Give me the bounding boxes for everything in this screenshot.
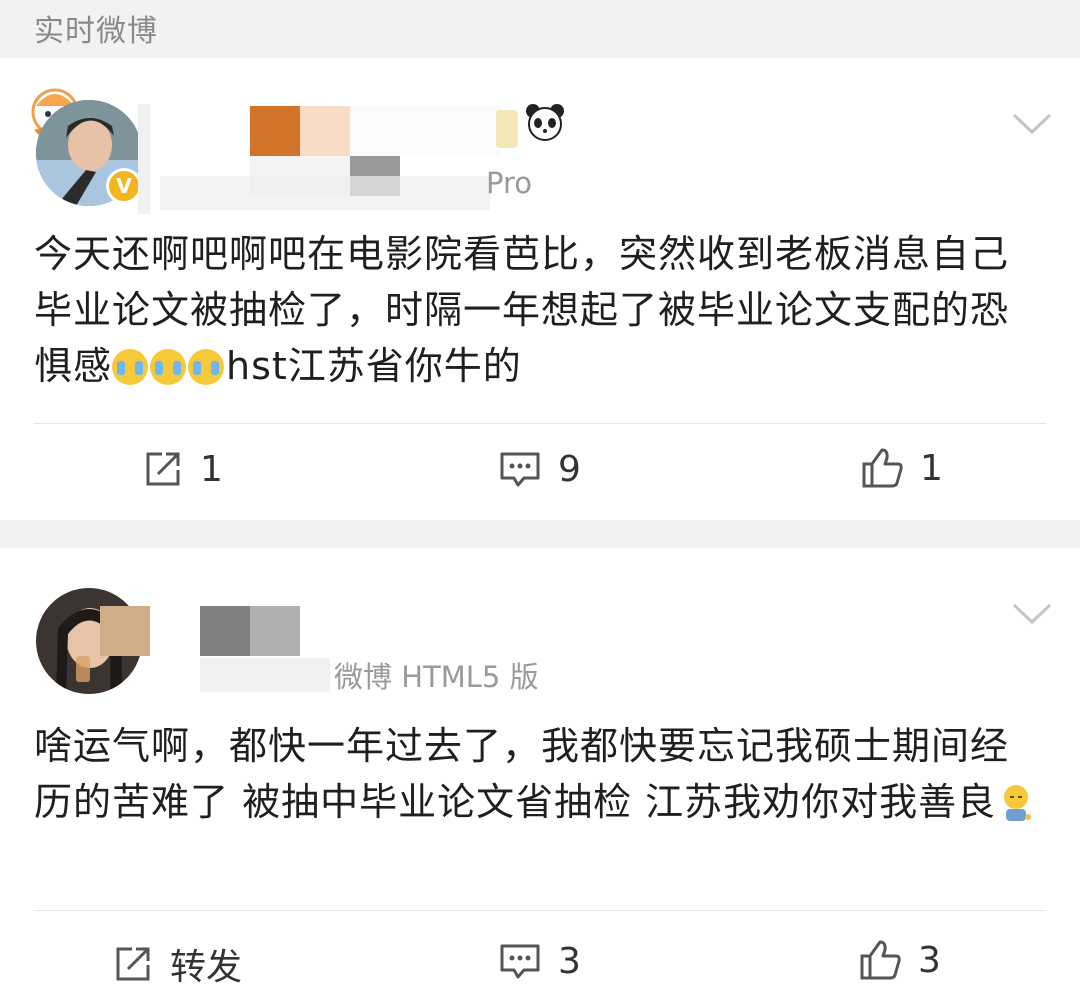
username-redaction <box>250 106 300 156</box>
cry-emoji-icon <box>188 349 225 385</box>
chevron-down-icon[interactable] <box>1012 112 1052 136</box>
weibo-post-card[interactable]: 微博 HTML5 版 啥运气啊，都快一年过去了，我都快要忘记我硕士期间经历的苦难… <box>0 548 1080 1006</box>
comment-icon <box>500 452 540 487</box>
repost-button[interactable]: 1 <box>142 448 223 490</box>
repost-icon <box>116 947 150 981</box>
repost-label: 转发 <box>170 947 243 988</box>
post-text-part: hst江苏省你牛的 <box>226 344 522 388</box>
comment-count: 9 <box>558 448 581 490</box>
section-title: 实时微博 <box>34 14 158 49</box>
username-redaction <box>250 606 300 656</box>
like-button[interactable]: 3 <box>858 938 941 982</box>
post-source: Pro <box>486 166 533 200</box>
like-button[interactable]: 1 <box>860 446 943 490</box>
comment-count: 3 <box>558 940 581 982</box>
post-source: 微博 HTML5 版 <box>334 660 539 694</box>
repost-button[interactable]: 转发 <box>112 938 242 990</box>
panda-icon <box>526 104 564 141</box>
username-redaction <box>200 606 250 656</box>
timestamp-redaction <box>200 658 330 692</box>
username-redaction <box>300 106 350 156</box>
post-text: 今天还啊吧啊吧在电影院看芭比，突然收到老板消息自己毕业论文被抽检了，时隔一年想起… <box>34 226 1040 394</box>
thumbs-up-icon <box>860 940 901 980</box>
weibo-post-card[interactable]: V Pro 今天还啊吧啊吧在电影院看芭比，突然收到老板消息自己毕业论文被抽检了，… <box>0 58 1080 520</box>
comment-button[interactable]: 9 <box>498 448 581 490</box>
verified-badge-icon: V <box>106 168 142 204</box>
repost-icon <box>146 452 180 486</box>
username-redaction <box>350 106 500 156</box>
cry-emoji-icon <box>112 349 149 385</box>
comment-icon <box>500 944 540 979</box>
chevron-down-icon[interactable] <box>1012 602 1052 626</box>
thumbs-up-icon <box>862 448 903 488</box>
username-redaction <box>100 606 150 656</box>
sleepy-emoji-icon <box>1004 785 1032 821</box>
divider <box>34 423 1046 424</box>
post-text: 啥运气啊，都快一年过去了，我都快要忘记我硕士期间经历的苦难了 被抽中毕业论文省抽… <box>34 718 1040 830</box>
timestamp-redaction <box>160 176 490 210</box>
member-badge-icon <box>496 110 518 148</box>
section-header: 实时微博 <box>0 0 1080 58</box>
divider <box>34 910 1046 911</box>
like-count: 3 <box>918 939 941 981</box>
comment-button[interactable]: 3 <box>498 940 581 982</box>
cry-emoji-icon <box>150 349 187 385</box>
repost-count: 1 <box>200 448 223 490</box>
post-text-part: 啥运气啊，都快一年过去了，我都快要忘记我硕士期间经历的苦难了 被抽中毕业论文省抽… <box>34 724 1010 824</box>
username-redaction <box>138 104 150 214</box>
like-count: 1 <box>920 447 943 489</box>
